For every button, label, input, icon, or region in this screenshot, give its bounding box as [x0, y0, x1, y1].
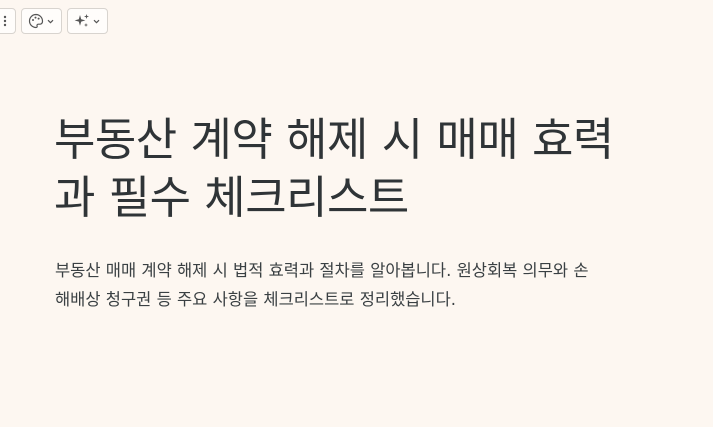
chevron-down-icon [92, 17, 101, 26]
sparkles-icon [74, 13, 90, 29]
theme-color-button[interactable] [21, 8, 62, 34]
ai-assist-button[interactable] [67, 8, 108, 34]
page-title-line-1: 부동산 계약 해제 시 매매 효력 [54, 113, 614, 166]
page-description-line-1: 부동산 매매 계약 해제 시 법적 효력과 절차를 알아봅니다. 원상회복 의무… [55, 261, 589, 280]
more-options-button[interactable] [0, 8, 16, 34]
more-vertical-icon [3, 15, 7, 27]
page-title-line-2: 과 필수 체크리스트 [54, 171, 409, 224]
page-description-line-2: 해배상 청구권 등 주요 사항을 체크리스트로 정리했습니다. [55, 290, 457, 309]
page-title[interactable]: 부동산 계약 해제 시 매매 효력 과 필수 체크리스트 [54, 111, 654, 227]
editor-toolbar [0, 8, 108, 34]
chevron-down-icon [46, 17, 55, 26]
page-description[interactable]: 부동산 매매 계약 해제 시 법적 효력과 절차를 알아봅니다. 원상회복 의무… [55, 256, 680, 314]
palette-icon [28, 13, 44, 29]
